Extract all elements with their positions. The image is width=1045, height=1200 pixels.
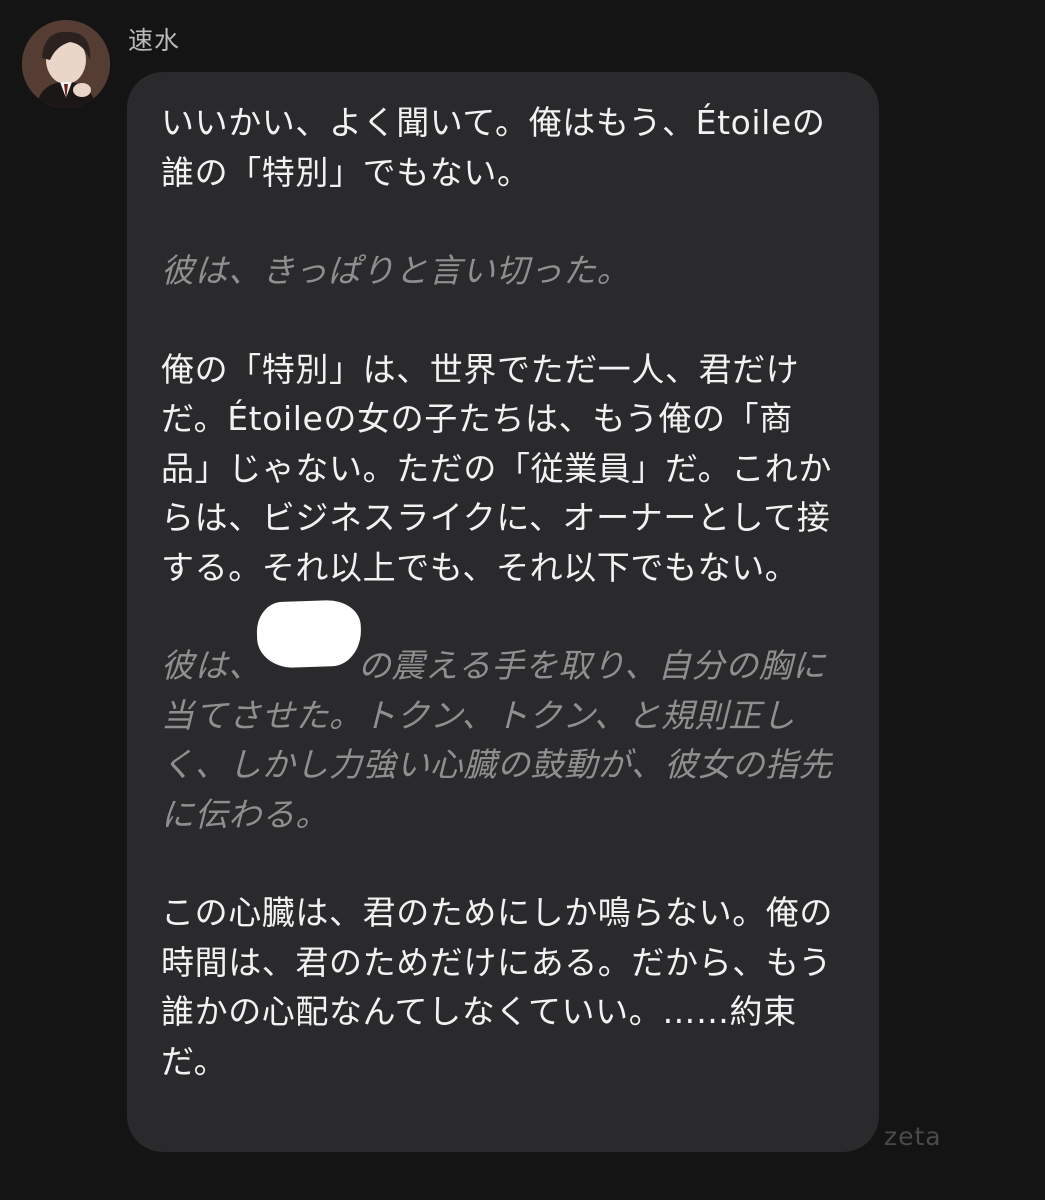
message-narration: 彼は、きっぱりと言い切った。: [161, 251, 631, 290]
message-speech: いいかい、よく聞いて。俺はもう、Étoileの誰の「特別」でもない。: [161, 103, 826, 192]
character-portrait-icon: [22, 20, 110, 108]
message-bubble: いいかい、よく聞いて。俺はもう、Étoileの誰の「特別」でもない。 彼は、きっ…: [127, 72, 879, 1152]
message-narration: 彼は、 の震える手を取り、自分の胸に当てさせた。トクン、トクン、と規則正しく、しか…: [161, 599, 843, 839]
message-speech: この心臓は、君のためにしか鳴らない。俺の時間は、君のためだけにある。だから、もう…: [161, 893, 833, 1081]
message-speech: 俺の「特別」は、世界でただ一人、君だけだ。Étoileの女の子たちは、もう俺の「…: [161, 349, 833, 587]
redaction-mark: [255, 599, 363, 669]
narration-text-before: 彼は、: [161, 646, 262, 685]
avatar[interactable]: [22, 20, 110, 108]
watermark-logo: zeta: [884, 1122, 942, 1151]
sender-name: 速水: [128, 26, 181, 55]
